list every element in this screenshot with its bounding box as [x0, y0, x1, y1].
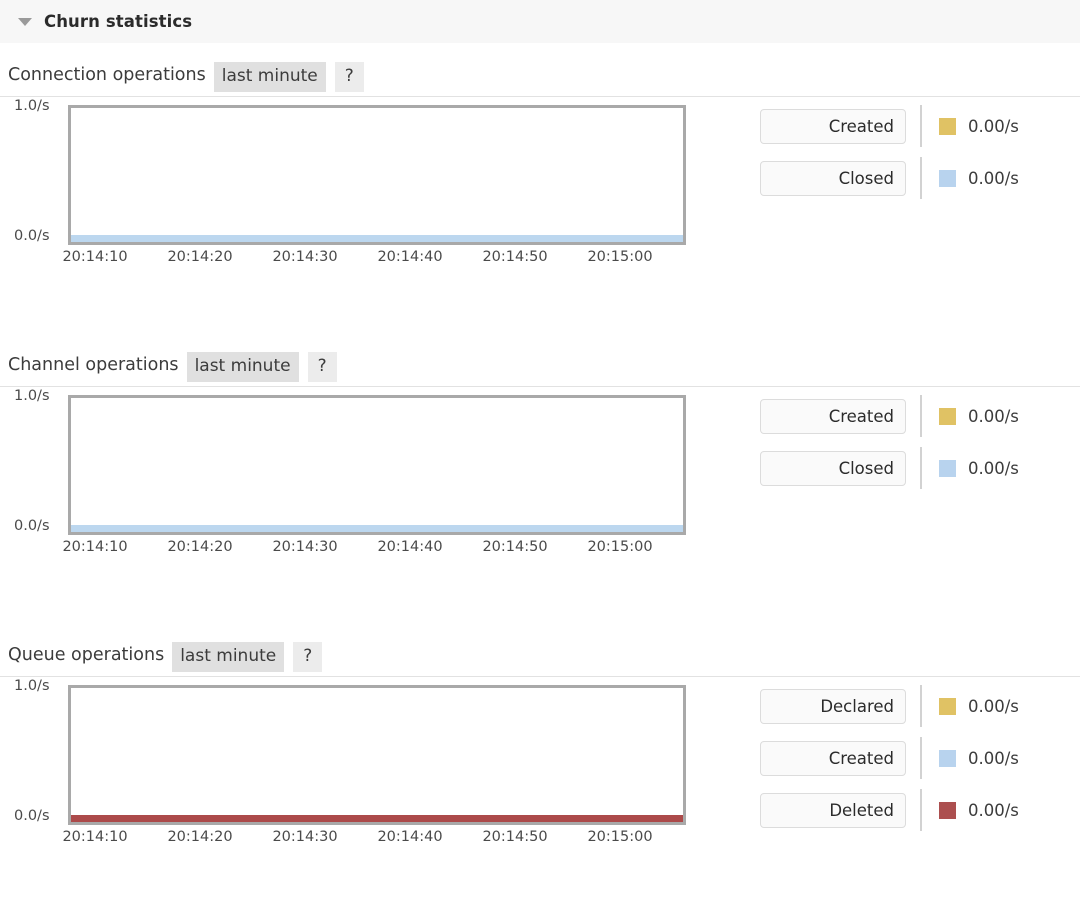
help-icon-queue-operations[interactable]: ?: [293, 642, 323, 672]
legend-divider: [920, 447, 922, 489]
x-tick-label: 20:14:30: [272, 539, 338, 555]
legend-row: Created 0.00/s: [760, 737, 1080, 779]
y-axis-min-label-channel-operations: 0.0/s: [14, 518, 50, 534]
legend-value: 0.00/s: [968, 168, 1019, 188]
x-tick-label: 20:14:40: [377, 539, 443, 555]
legend-row: Deleted 0.00/s: [760, 789, 1080, 831]
legend-connection-operations: Created 0.00/s Closed 0.00/s: [760, 105, 1080, 209]
y-axis-min-label-queue-operations: 0.0/s: [14, 808, 50, 824]
triangle-down-icon[interactable]: [18, 17, 32, 26]
plot-area-queue-operations: 1.0/s 0.0/s 20:14:10 20:14:20 20:14:30 20:14:…: [0, 677, 1080, 852]
chart-block-queue-operations: Queue operations last minute? 1.0/s 0.0/s 20…: [0, 642, 1080, 852]
legend-row: Closed 0.00/s: [760, 157, 1080, 199]
x-tick-label: 20:14:20: [167, 829, 233, 845]
x-tick-label: 20:14:10: [62, 829, 128, 845]
period-chip-channel-operations[interactable]: last minute: [186, 352, 299, 382]
x-tick-label: 20:14:40: [377, 829, 443, 845]
legend-row: Declared 0.00/s: [760, 685, 1080, 727]
chart-title-queue-operations: Queue operations: [8, 645, 165, 665]
chart-header-channel-operations: Channel operations last minute?: [0, 352, 1080, 387]
x-tick-label: 20:14:10: [62, 539, 128, 555]
legend-toggle-button[interactable]: Closed: [760, 450, 906, 486]
legend-row: Created 0.00/s: [760, 395, 1080, 437]
legend-color-swatch: [939, 169, 956, 187]
legend-value: 0.00/s: [968, 458, 1019, 478]
x-axis-channel-operations: 20:14:10 20:14:20 20:14:30 20:14:40 20:14:50…: [62, 539, 700, 559]
legend-row: Closed 0.00/s: [760, 447, 1080, 489]
legend-value: 0.00/s: [968, 406, 1019, 426]
x-tick-label: 20:14:30: [272, 249, 338, 265]
x-tick-label: 20:14:30: [272, 829, 338, 845]
x-tick-label: 20:14:50: [482, 829, 548, 845]
legend-color-swatch: [939, 801, 956, 819]
plot-box-channel-operations[interactable]: [68, 395, 686, 535]
period-chip-connection-operations[interactable]: last minute: [213, 62, 326, 92]
series-baseline-connection-operations: [71, 235, 683, 242]
help-icon-channel-operations[interactable]: ?: [307, 352, 337, 382]
help-icon-connection-operations[interactable]: ?: [334, 62, 364, 92]
legend-value: 0.00/s: [968, 696, 1019, 716]
legend-color-swatch: [939, 407, 956, 425]
legend-row: Created 0.00/s: [760, 105, 1080, 147]
legend-toggle-button[interactable]: Deleted: [760, 792, 906, 828]
plot-area-connection-operations: 1.0/s 0.0/s 20:14:10 20:14:20 20:14:30 20:14:…: [0, 97, 1080, 272]
legend-value: 0.00/s: [968, 748, 1019, 768]
legend-toggle-button[interactable]: Created: [760, 108, 906, 144]
legend-divider: [920, 789, 922, 831]
legend-divider: [920, 105, 922, 147]
legend-toggle-button[interactable]: Declared: [760, 688, 906, 724]
y-axis-min-label-connection-operations: 0.0/s: [14, 228, 50, 244]
plot-area-channel-operations: 1.0/s 0.0/s 20:14:10 20:14:20 20:14:30 20:14:…: [0, 387, 1080, 562]
x-tick-label: 20:14:50: [482, 249, 548, 265]
x-tick-label: 20:14:20: [167, 539, 233, 555]
chart-block-channel-operations: Channel operations last minute? 1.0/s 0.0/s…: [0, 352, 1080, 562]
y-axis-max-label-channel-operations: 1.0/s: [14, 388, 50, 404]
x-axis-connection-operations: 20:14:10 20:14:20 20:14:30 20:14:40 20:14:50…: [62, 249, 700, 269]
legend-divider: [920, 157, 922, 199]
legend-toggle-button[interactable]: Closed: [760, 160, 906, 196]
chart-header-connection-operations: Connection operations last minute?: [0, 62, 1080, 97]
page-title: Churn statistics: [44, 12, 193, 31]
period-chip-queue-operations[interactable]: last minute: [172, 642, 285, 672]
chart-block-connection-operations: Connection operations last minute? 1.0/s 0.…: [0, 62, 1080, 272]
churn-statistics-section-header[interactable]: Churn statistics: [0, 0, 1080, 43]
x-tick-label: 20:14:40: [377, 249, 443, 265]
x-tick-label: 20:14:50: [482, 539, 548, 555]
plot-box-connection-operations[interactable]: [68, 105, 686, 245]
x-tick-label: 20:15:00: [587, 829, 653, 845]
legend-value: 0.00/s: [968, 116, 1019, 136]
x-axis-queue-operations: 20:14:10 20:14:20 20:14:30 20:14:40 20:14:50…: [62, 829, 700, 849]
legend-toggle-button[interactable]: Created: [760, 740, 906, 776]
chart-header-queue-operations: Queue operations last minute?: [0, 642, 1080, 677]
legend-color-swatch: [939, 459, 956, 477]
legend-color-swatch: [939, 749, 956, 767]
x-tick-label: 20:14:20: [167, 249, 233, 265]
series-baseline-channel-operations: [71, 525, 683, 532]
legend-divider: [920, 395, 922, 437]
plot-box-queue-operations[interactable]: [68, 685, 686, 825]
legend-channel-operations: Created 0.00/s Closed 0.00/s: [760, 395, 1080, 499]
legend-toggle-button[interactable]: Created: [760, 398, 906, 434]
legend-color-swatch: [939, 697, 956, 715]
chart-title-channel-operations: Channel operations: [8, 355, 179, 375]
x-tick-label: 20:15:00: [587, 249, 653, 265]
legend-value: 0.00/s: [968, 800, 1019, 820]
series-baseline-queue-operations: [71, 815, 683, 822]
x-tick-label: 20:14:10: [62, 249, 128, 265]
legend-color-swatch: [939, 117, 956, 135]
legend-divider: [920, 737, 922, 779]
y-axis-max-label-queue-operations: 1.0/s: [14, 678, 50, 694]
y-axis-max-label-connection-operations: 1.0/s: [14, 98, 50, 114]
legend-divider: [920, 685, 922, 727]
x-tick-label: 20:15:00: [587, 539, 653, 555]
legend-queue-operations: Declared 0.00/s Created 0.00/s Deleted 0.00/s: [760, 685, 1080, 841]
chart-title-connection-operations: Connection operations: [8, 65, 206, 85]
